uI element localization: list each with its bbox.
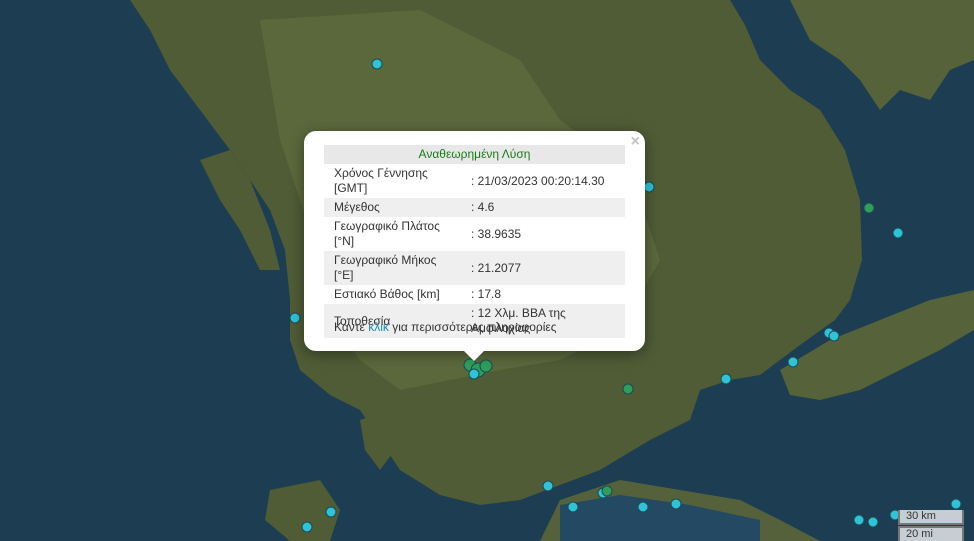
quake-marker [371, 58, 383, 70]
quake-marker [828, 330, 840, 342]
more-info-link[interactable]: κλικ [368, 320, 389, 334]
quake-marker [601, 485, 613, 497]
row-value: : 21/03/2023 00:20:14.30 [471, 173, 605, 188]
quake-marker [787, 356, 799, 368]
quake-marker [289, 312, 301, 324]
quake-marker [479, 359, 493, 373]
row-value: : 4.6 [461, 198, 625, 217]
row-label: Μέγεθος [324, 198, 461, 217]
row-label: Χρόνος Γέννησης [GMT] [334, 166, 428, 195]
quake-marker [542, 480, 554, 492]
scale-bar-mi: 20 mi [898, 526, 964, 541]
popup-footer: Κάντε κλικ για περισσότερες πληροφορίες [334, 320, 557, 334]
close-icon[interactable]: × [631, 134, 640, 150]
footer-prefix: Κάντε [334, 320, 369, 334]
quake-marker [720, 373, 732, 385]
popup-title: Αναθεωρημένη Λύση [324, 145, 625, 164]
quake-marker [950, 498, 962, 510]
quake-marker [325, 506, 337, 518]
footer-suffix: για περισσότερες πληροφορίες [388, 320, 557, 334]
row-value: : 38.9635 [471, 226, 522, 241]
row-label: Γεωγραφικό Πλάτος [°N] [334, 219, 440, 248]
quake-marker [301, 521, 313, 533]
quake-marker [670, 498, 682, 510]
quake-marker [867, 516, 879, 528]
quake-marker [892, 227, 904, 239]
quake-marker [853, 514, 865, 526]
quake-marker [468, 368, 480, 380]
earthquake-info-popup: × Αναθεωρημένη Λύση Χρόνος Γέννησης [GMT… [304, 131, 645, 361]
scale-bar-km: 30 km [898, 510, 964, 525]
quake-marker [567, 501, 579, 513]
row-label: Εστιακό Βάθος [km] [334, 287, 440, 301]
row-label: Γεωγραφικό Μήκος [°E] [324, 251, 461, 285]
quake-marker [863, 202, 875, 214]
quake-details-table: Αναθεωρημένη Λύση Χρόνος Γέννησης [GMT]:… [324, 145, 625, 338]
quake-marker [622, 383, 634, 395]
quake-marker [637, 501, 649, 513]
row-value: : 21.2077 [461, 251, 625, 285]
row-value: : 17.8 [471, 287, 502, 301]
quake-marker [643, 181, 655, 193]
